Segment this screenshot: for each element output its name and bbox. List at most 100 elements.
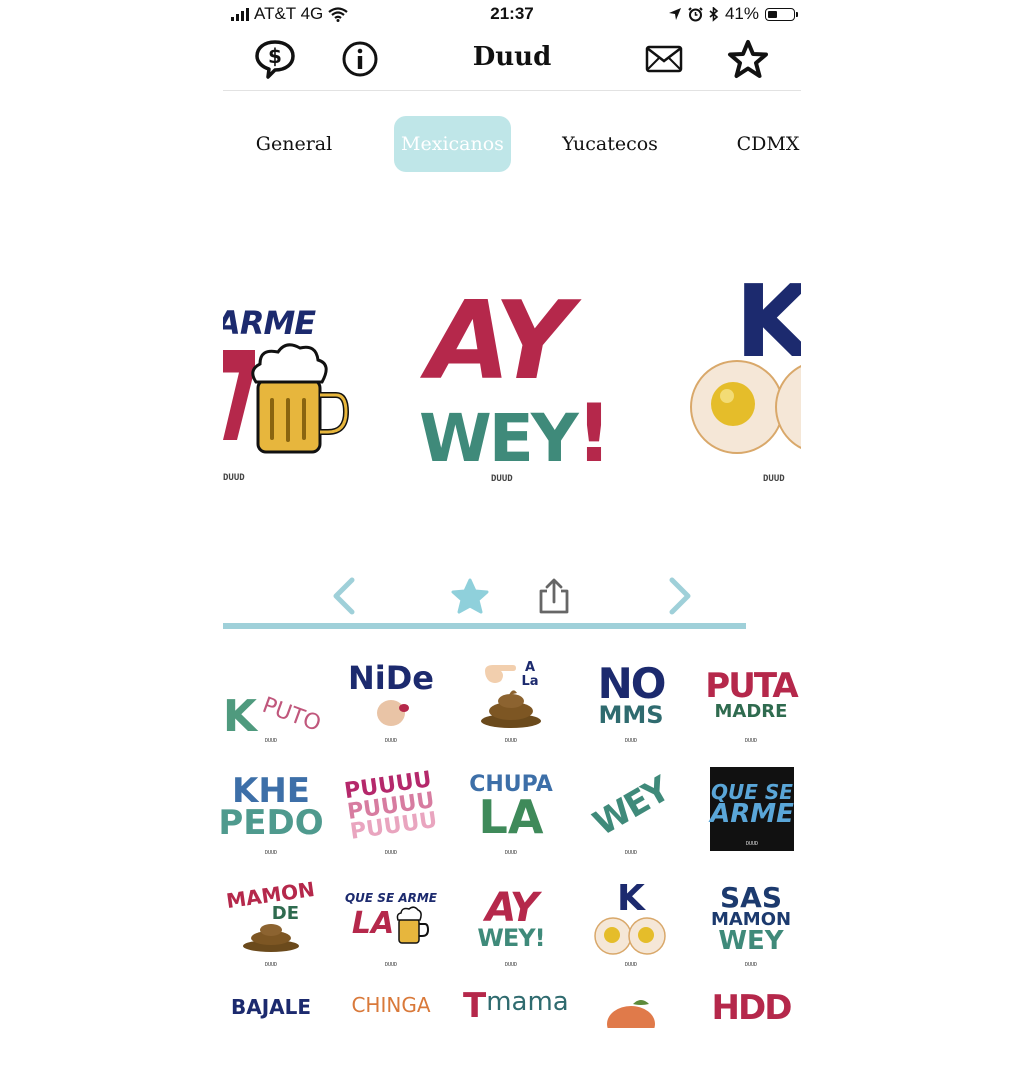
chevron-right-icon — [669, 577, 691, 615]
watermark: DUUD — [504, 850, 518, 856]
watermark: DUUD — [384, 962, 398, 968]
watermark: DUUD — [624, 850, 638, 856]
watermark: DUUD — [491, 474, 513, 484]
next-button[interactable] — [656, 570, 704, 622]
watermark: DUUD — [504, 962, 518, 968]
star-icon — [451, 578, 489, 614]
sticker-item[interactable]: QUE SE ARME LA DUUD — [343, 876, 439, 972]
status-bar: AT&T 4G 21:37 41% — [223, 0, 801, 28]
sticker-text: MADRE — [714, 700, 788, 722]
sticker-item[interactable]: WEY DUUD — [583, 764, 679, 860]
previous-button[interactable] — [320, 570, 368, 622]
watermark: DUUD — [763, 474, 785, 484]
sticker-text: LA — [351, 906, 395, 942]
sticker-item[interactable]: K PUTO DUUD — [222, 652, 324, 748]
sticker-item[interactable]: SAS MAMON WEY DUUD — [703, 876, 799, 972]
sticker-text: BAJALE — [230, 995, 312, 1019]
sticker-text: K — [222, 691, 257, 743]
poop-icon — [481, 690, 541, 729]
sticker-preview-previous[interactable]: SE ARME DUUD — [223, 270, 350, 500]
sticker-item[interactable]: CHUPA LA DUUD — [463, 764, 559, 860]
poop-icon — [243, 924, 299, 953]
sticker-text: SAS — [719, 880, 782, 914]
sticker-text: ARME — [710, 799, 794, 830]
watermark: DUUD — [624, 962, 638, 968]
sticker-item[interactable]: AY WEY! DUUD — [463, 876, 559, 972]
watermark: DUUD — [745, 841, 759, 847]
sticker-text: MMS — [598, 700, 664, 729]
share-button[interactable] — [530, 570, 578, 622]
sticker-item[interactable]: MAMON DE DUUD — [223, 876, 319, 972]
alarm-icon — [688, 6, 703, 21]
watermark: DUUD — [624, 738, 638, 744]
share-icon — [539, 578, 569, 614]
sticker-text: LA — [478, 789, 544, 844]
beer-mug-icon — [251, 343, 350, 454]
sticker-text: WEY — [586, 769, 676, 845]
sticker-carousel[interactable]: SE ARME DUUD AY WEY! DUUD K DUUD — [223, 270, 801, 500]
sticker-exclaim: ! — [575, 387, 613, 480]
sticker-grid: K PUTO DUUD NiDe DUUD A La DUUD NO MMS D… — [218, 652, 823, 1028]
sticker-item[interactable] — [583, 988, 679, 1084]
sticker-text: K — [617, 877, 645, 919]
tab-label: CDMX — [736, 133, 800, 155]
tab-yucatecos[interactable]: Yucatecos — [549, 116, 671, 172]
pointing-hand-icon — [485, 664, 517, 683]
sticker-item[interactable]: HDD — [703, 988, 799, 1084]
contact-button[interactable] — [642, 38, 686, 80]
battery-percent: 41% — [724, 4, 759, 23]
sticker-text: HDD — [711, 988, 793, 1028]
star-icon — [728, 40, 768, 78]
tab-label: Mexicanos — [401, 133, 504, 155]
eggs-icon — [690, 360, 801, 454]
sticker-item[interactable]: QUE SE ARME DUUD — [710, 767, 794, 851]
tab-general[interactable]: General — [233, 116, 355, 172]
tab-mexicanos[interactable]: Mexicanos — [394, 116, 511, 172]
sticker-text-line1: AY — [427, 279, 572, 404]
watermark: DUUD — [744, 962, 758, 968]
sticker-text: WEY! — [477, 923, 545, 952]
app-title: Duud — [472, 42, 552, 72]
favorites-button[interactable] — [726, 38, 770, 80]
watermark: DUUD — [223, 473, 245, 483]
sticker-text: T — [463, 986, 487, 1026]
sticker-item[interactable]: KHE PEDO DUUD — [218, 764, 323, 860]
hand-icon — [377, 700, 409, 727]
sticker-item[interactable]: NO MMS DUUD — [583, 652, 679, 748]
eggs-icon — [594, 917, 666, 955]
sticker-text: PUTA — [705, 666, 798, 707]
sticker-text-line2: WEY — [419, 400, 579, 477]
category-tabs: General Mexicanos Yucatecos CDMX — [223, 114, 801, 174]
sticker-text: MAMON — [225, 876, 317, 914]
watermark: DUUD — [504, 738, 518, 744]
sticker-text: La — [521, 674, 539, 689]
sticker-item[interactable]: NiDe DUUD — [343, 652, 439, 748]
sticker-item[interactable]: K DUUD — [583, 876, 679, 972]
sticker-text: mama — [486, 987, 569, 1017]
sticker-toolbar — [223, 570, 801, 630]
watermark: DUUD — [264, 962, 278, 968]
sticker-item[interactable]: T mama — [463, 986, 569, 1084]
bluetooth-icon — [709, 6, 719, 22]
sticker-text: WEY — [718, 925, 784, 956]
favorite-sticker-button[interactable] — [446, 570, 494, 622]
sticker-item[interactable]: PUUUU PUUUU PUUUU DUUD — [343, 764, 439, 860]
watermark: DUUD — [384, 850, 398, 856]
sticker-item[interactable]: A La DUUD — [463, 652, 559, 748]
sticker-preview-current[interactable]: AY WEY! DUUD — [413, 270, 613, 500]
tab-label: General — [255, 133, 333, 155]
watermark: DUUD — [264, 738, 278, 744]
navigation-bar: $ Duud — [223, 30, 801, 91]
watermark: DUUD — [384, 738, 398, 744]
sticker-item[interactable]: BAJALE — [223, 988, 319, 1084]
tab-cdmx[interactable]: CDMX — [723, 116, 801, 172]
sticker-item[interactable]: PUTA MADRE DUUD — [703, 652, 799, 748]
sticker-text: SE ARME — [223, 304, 316, 342]
sticker-preview-next[interactable]: K DUUD — [683, 270, 801, 500]
sticker-text: NiDe — [347, 658, 434, 697]
toolbar-divider — [223, 623, 746, 629]
sticker-text: NO — [597, 658, 667, 708]
sticker-text: A — [524, 659, 536, 675]
sticker-item[interactable]: CHINGA — [343, 988, 439, 1084]
sticker-text: DE — [271, 902, 299, 924]
